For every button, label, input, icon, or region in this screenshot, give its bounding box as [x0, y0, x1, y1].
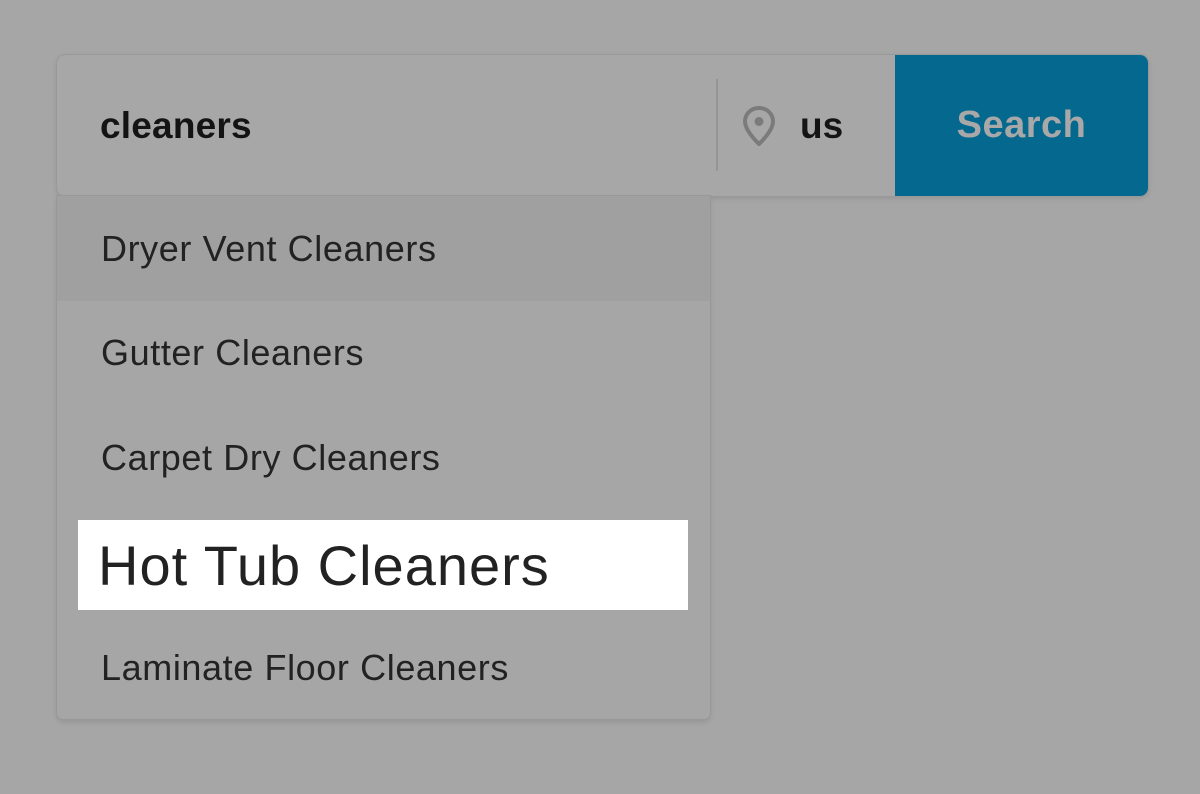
suggestion-item-carpet-dry-cleaners[interactable]: Carpet Dry Cleaners [57, 405, 710, 510]
search-query-text: cleaners [100, 104, 252, 146]
search-query-input[interactable]: cleaners [57, 55, 716, 196]
search-bar: cleaners us Search [57, 55, 1148, 196]
search-button[interactable]: Search [895, 55, 1148, 196]
suggestions-dropdown: Dryer Vent Cleaners Gutter Cleaners Carp… [57, 196, 710, 719]
location-input[interactable]: us [718, 55, 895, 196]
suggestion-item-dryer-vent-cleaners[interactable]: Dryer Vent Cleaners [57, 196, 710, 301]
location-text: us [800, 104, 844, 146]
map-pin-icon [742, 105, 776, 146]
suggestion-item-gutter-cleaners[interactable]: Gutter Cleaners [57, 301, 710, 405]
suggestion-item-laminate-floor-cleaners[interactable]: Laminate Floor Cleaners [57, 616, 710, 719]
suggestion-item-hot-tub-cleaners[interactable]: Hot Tub Cleaners [78, 520, 688, 610]
